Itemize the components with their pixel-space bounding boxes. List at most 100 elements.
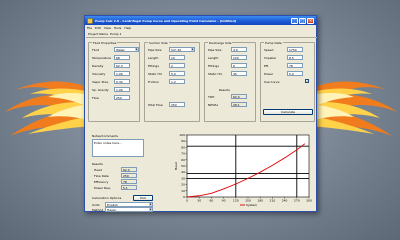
minimize-button[interactable]: _: [291, 17, 298, 24]
project-label: Project Name: [88, 31, 109, 36]
x-tick-label: 120: [233, 199, 239, 203]
plot-area: [186, 134, 310, 198]
power-label: Power: [264, 72, 274, 76]
fluid-group: Fluid Properties Fluid Water ▼ Temperatur…: [88, 41, 140, 122]
x-tick-label: 0: [186, 199, 188, 203]
suction-static-label: Static Hd: [148, 72, 162, 76]
efficiency-result-field: 78: [121, 179, 137, 184]
specific-gravity-label: Sp. Gravity: [92, 88, 109, 92]
x-tick-label: 240: [282, 199, 288, 203]
density-label: Density: [92, 64, 104, 68]
x-tick-label: 210: [270, 199, 276, 203]
specific-gravity-field[interactable]: 1.00: [114, 87, 130, 92]
discharge-length-field[interactable]: 120: [231, 55, 247, 60]
method-select[interactable]: Hazen ▼: [105, 207, 153, 212]
fluid-group-title: Fluid Properties: [92, 41, 118, 45]
impeller-label: Impeller: [264, 56, 277, 60]
vapor-pressure-label: Vapor Pres.: [92, 80, 109, 84]
use-curve-checkbox[interactable]: ✓: [305, 79, 309, 83]
title-bar[interactable]: Pump Calc 2.0 - Centrifugal Pump Curve a…: [85, 16, 316, 25]
fluid-select[interactable]: Water ▼: [114, 47, 139, 52]
flame-decoration-right: [312, 81, 397, 136]
temperature-field[interactable]: 68: [114, 55, 130, 60]
efficiency-label: Eff.: [264, 64, 269, 68]
legend-label: System: [246, 203, 257, 207]
menu-help[interactable]: Help: [124, 26, 131, 30]
x-tick-label: 300: [306, 199, 312, 203]
chart-panel: 0 10 20 30 40 50 60 70 80 90 100 0 30 60 90 120 150 180 21…: [173, 129, 315, 211]
total-flow-label: Total Flow: [148, 103, 163, 107]
discharge-length-label: Length: [208, 56, 219, 60]
flame-decoration-left: [5, 81, 90, 136]
efficiency-result-label: Efficiency: [94, 180, 109, 184]
discharge-fittings-field[interactable]: 6: [231, 63, 247, 68]
chevron-down-icon[interactable]: ▼: [149, 208, 152, 211]
total-flow-field[interactable]: 250: [169, 102, 185, 107]
npsha-field: 28.1: [231, 102, 247, 107]
discharge-results-title: Results: [219, 88, 230, 92]
y-tick-label: 20: [181, 183, 185, 187]
y-tick-label: 60: [181, 158, 185, 162]
y-tick-label: 100: [179, 133, 185, 137]
app-icon: [87, 17, 93, 24]
x-tick-label: 90: [222, 199, 226, 203]
discharge-group: Discharge Side Pipe Size 4.0 Length 120 …: [204, 41, 256, 122]
comments-textarea[interactable]: Enter notes here...: [92, 139, 144, 157]
suction-fittings-field[interactable]: 2: [169, 63, 185, 68]
maximize-button[interactable]: □: [299, 17, 306, 24]
suction-friction-field[interactable]: 1.2: [169, 79, 185, 84]
discharge-group-title: Discharge Side: [208, 41, 233, 45]
power-field[interactable]: 5.0: [287, 71, 303, 76]
calculate-button[interactable]: Calculate: [263, 109, 313, 115]
suction-length-field[interactable]: 10: [169, 55, 185, 60]
viscosity-field[interactable]: 1.00: [114, 71, 130, 76]
suction-group: Suction Side Pipe Size Sch 40 ▼ Length 10…: [144, 41, 200, 122]
vapor-pressure-field[interactable]: 0.34: [114, 79, 130, 84]
project-value[interactable]: Pump 1: [110, 32, 121, 36]
suction-pipe-select[interactable]: Sch 40 ▼: [169, 47, 195, 52]
efficiency-field[interactable]: 78: [287, 63, 303, 68]
suction-pipe-label: Pipe Size: [148, 48, 162, 52]
chevron-down-icon[interactable]: ▼: [191, 48, 194, 51]
discharge-static-label: Static Hd: [208, 72, 222, 76]
suction-friction-label: Friction: [148, 80, 159, 84]
chevron-down-icon[interactable]: ▼: [149, 203, 152, 206]
flow-result-label: Flow Rate: [94, 174, 109, 178]
power-result-label: Power Req.: [94, 186, 111, 190]
flow-result-field: 250: [121, 173, 137, 178]
density-field[interactable]: 62.3: [114, 63, 130, 68]
chevron-down-icon[interactable]: ▼: [135, 48, 138, 51]
comments-title: Notes/Comments: [92, 134, 118, 138]
project-bar: Project Name Pump 1: [86, 30, 317, 38]
impeller-field[interactable]: 8.5: [287, 55, 303, 60]
menu-file[interactable]: File: [87, 26, 92, 30]
menu-tools[interactable]: Tools: [114, 26, 121, 30]
y-axis-label: Head: [174, 162, 178, 170]
head-result-label: Head: [94, 168, 102, 172]
npsha-label: NPSHa: [208, 103, 219, 107]
suction-static-field[interactable]: 5.0: [169, 71, 185, 76]
discharge-fittings-label: Fittings: [208, 64, 219, 68]
discharge-pipe-label: Pipe Size: [208, 48, 222, 52]
discharge-static-field[interactable]: 45: [231, 71, 247, 76]
close-button[interactable]: ×: [307, 17, 314, 24]
speed-label: Speed: [264, 48, 274, 52]
menu-edit[interactable]: Edit: [95, 26, 101, 30]
y-tick-label: 80: [181, 145, 185, 149]
units-label: Units: [92, 203, 100, 207]
y-tick-label: 40: [181, 170, 185, 174]
power-result-field: 5.1: [121, 185, 137, 190]
flow-field[interactable]: 250: [114, 95, 130, 100]
suction-fittings-label: Fittings: [148, 64, 159, 68]
y-tick-label: 90: [181, 139, 185, 143]
plot-button[interactable]: Plot: [133, 195, 153, 201]
pump-group-title: Pump Data: [264, 41, 283, 45]
app-window: Pump Calc 2.0 - Centrifugal Pump Curve a…: [84, 15, 317, 212]
discharge-pipe-field[interactable]: 4.0: [231, 47, 247, 52]
suction-group-title: Suction Side: [148, 41, 169, 45]
suction-length-label: Length: [148, 56, 159, 60]
speed-field[interactable]: 1750: [287, 47, 303, 52]
method-label: Method: [92, 208, 104, 212]
window-title: Pump Calc 2.0 - Centrifugal Pump Curve a…: [95, 18, 237, 23]
menu-view[interactable]: View: [104, 26, 111, 30]
